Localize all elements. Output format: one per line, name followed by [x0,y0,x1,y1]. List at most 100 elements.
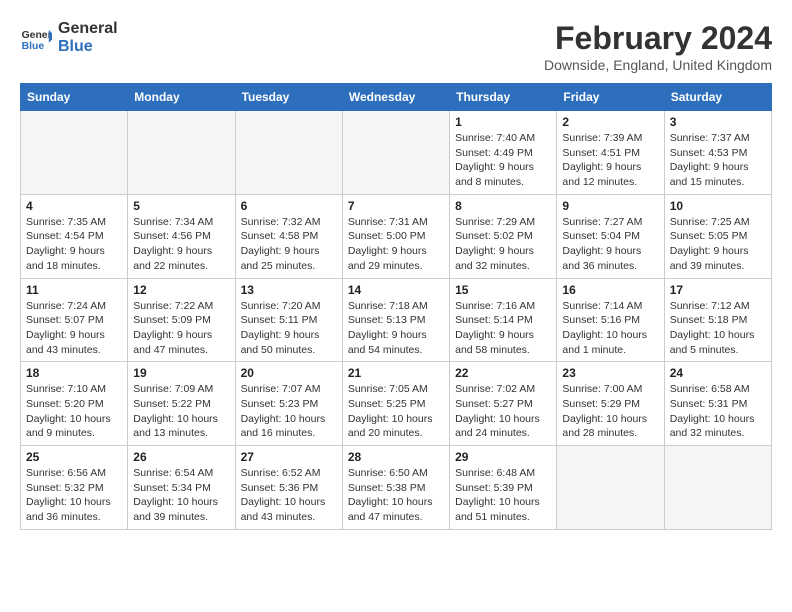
calendar-day-cell [557,446,664,530]
calendar-day-cell: 6Sunrise: 7:32 AM Sunset: 4:58 PM Daylig… [235,194,342,278]
day-info: Sunrise: 7:25 AM Sunset: 5:05 PM Dayligh… [670,215,766,274]
calendar-week-row: 25 Sunrise: 6:56 AM Sunset: 5:32 PM Dayli… [21,446,772,530]
calendar-day-cell: 11 Sunrise: 7:24 AM Sunset: 5:07 PM Dayli… [21,278,128,362]
day-number: 8 [455,199,551,213]
day-number: 26 [133,450,229,464]
day-of-week-header: Monday [128,84,235,111]
day-info: Sunrise: 7:02 AM Sunset: 5:27 PM Dayligh… [455,382,551,441]
calendar-day-cell: 22 Sunrise: 7:02 AM Sunset: 5:27 PM Dayli… [450,362,557,446]
calendar-day-cell: 29 Sunrise: 6:48 AM Sunset: 5:39 PM Dayli… [450,446,557,530]
day-info: Sunrise: 7:34 AM Sunset: 4:56 PM Dayligh… [133,215,229,274]
month-year-title: February 2024 [544,20,772,57]
day-number: 9 [562,199,658,213]
calendar-day-cell: 26 Sunrise: 6:54 AM Sunset: 5:34 PM Dayli… [128,446,235,530]
day-number: 13 [241,283,337,297]
day-number: 16 [562,283,658,297]
day-info: Sunrise: 7:24 AM Sunset: 5:07 PM Dayligh… [26,299,122,358]
day-number: 15 [455,283,551,297]
day-number: 21 [348,366,444,380]
calendar-day-cell: 8 Sunrise: 7:29 AM Sunset: 5:02 PM Daylig… [450,194,557,278]
day-info: Sunrise: 7:09 AM Sunset: 5:22 PM Dayligh… [133,382,229,441]
title-block: February 2024 Downside, England, United … [544,20,772,73]
calendar-day-cell: 17 Sunrise: 7:12 AM Sunset: 5:18 PM Dayli… [664,278,771,362]
day-of-week-header: Friday [557,84,664,111]
day-number: 7 [348,199,444,213]
logo-blue: Blue [58,38,118,56]
day-info: Sunrise: 7:18 AM Sunset: 5:13 PM Dayligh… [348,299,444,358]
calendar-day-cell: 13 Sunrise: 7:20 AM Sunset: 5:11 PM Dayli… [235,278,342,362]
day-of-week-header: Tuesday [235,84,342,111]
day-number: 11 [26,283,122,297]
day-info: Sunrise: 7:22 AM Sunset: 5:09 PM Dayligh… [133,299,229,358]
calendar-day-cell: 5 Sunrise: 7:34 AM Sunset: 4:56 PM Daylig… [128,194,235,278]
calendar-day-cell: 25 Sunrise: 6:56 AM Sunset: 5:32 PM Dayli… [21,446,128,530]
day-number: 14 [348,283,444,297]
calendar-day-cell [664,446,771,530]
calendar-day-cell: 15 Sunrise: 7:16 AM Sunset: 5:14 PM Dayli… [450,278,557,362]
calendar-day-cell: 16 Sunrise: 7:14 AM Sunset: 5:16 PM Dayli… [557,278,664,362]
day-number: 18 [26,366,122,380]
calendar-day-cell: 9 Sunrise: 7:27 AM Sunset: 5:04 PM Daylig… [557,194,664,278]
day-number: 24 [670,366,766,380]
day-info: Sunrise: 7:32 AM Sunset: 4:58 PM Dayligh… [241,215,337,274]
logo-icon: General Blue [20,22,52,54]
calendar-day-cell: 10 Sunrise: 7:25 AM Sunset: 5:05 PM Dayli… [664,194,771,278]
calendar-day-cell: 21 Sunrise: 7:05 AM Sunset: 5:25 PM Dayli… [342,362,449,446]
calendar-day-cell: 7 Sunrise: 7:31 AM Sunset: 5:00 PM Daylig… [342,194,449,278]
day-of-week-header: Thursday [450,84,557,111]
calendar-day-cell: 12Sunrise: 7:22 AM Sunset: 5:09 PM Dayli… [128,278,235,362]
calendar-day-cell: 28 Sunrise: 6:50 AM Sunset: 5:38 PM Dayli… [342,446,449,530]
day-info: Sunrise: 7:14 AM Sunset: 5:16 PM Dayligh… [562,299,658,358]
calendar-week-row: 18 Sunrise: 7:10 AM Sunset: 5:20 PM Dayli… [21,362,772,446]
day-info: Sunrise: 7:40 AM Sunset: 4:49 PM Dayligh… [455,131,551,190]
calendar-week-row: 1Sunrise: 7:40 AM Sunset: 4:49 PM Daylig… [21,111,772,195]
day-number: 2 [562,115,658,129]
day-info: Sunrise: 7:37 AM Sunset: 4:53 PM Dayligh… [670,131,766,190]
calendar-header-row: SundayMondayTuesdayWednesdayThursdayFrid… [21,84,772,111]
calendar-week-row: 11 Sunrise: 7:24 AM Sunset: 5:07 PM Dayli… [21,278,772,362]
day-info: Sunrise: 6:50 AM Sunset: 5:38 PM Dayligh… [348,466,444,525]
logo: General Blue General Blue [20,20,118,55]
day-number: 19 [133,366,229,380]
day-number: 17 [670,283,766,297]
day-number: 28 [348,450,444,464]
calendar-day-cell: 20Sunrise: 7:07 AM Sunset: 5:23 PM Dayli… [235,362,342,446]
day-info: Sunrise: 7:12 AM Sunset: 5:18 PM Dayligh… [670,299,766,358]
calendar-day-cell: 19 Sunrise: 7:09 AM Sunset: 5:22 PM Dayli… [128,362,235,446]
day-info: Sunrise: 7:27 AM Sunset: 5:04 PM Dayligh… [562,215,658,274]
day-number: 10 [670,199,766,213]
calendar-day-cell [342,111,449,195]
day-of-week-header: Saturday [664,84,771,111]
day-info: Sunrise: 7:07 AM Sunset: 5:23 PM Dayligh… [241,382,337,441]
day-info: Sunrise: 6:48 AM Sunset: 5:39 PM Dayligh… [455,466,551,525]
calendar-day-cell: 27Sunrise: 6:52 AM Sunset: 5:36 PM Dayli… [235,446,342,530]
day-info: Sunrise: 7:10 AM Sunset: 5:20 PM Dayligh… [26,382,122,441]
day-info: Sunrise: 6:58 AM Sunset: 5:31 PM Dayligh… [670,382,766,441]
calendar-table: SundayMondayTuesdayWednesdayThursdayFrid… [20,83,772,530]
day-number: 22 [455,366,551,380]
calendar-day-cell: 14 Sunrise: 7:18 AM Sunset: 5:13 PM Dayli… [342,278,449,362]
calendar-day-cell [128,111,235,195]
day-info: Sunrise: 6:56 AM Sunset: 5:32 PM Dayligh… [26,466,122,525]
day-info: Sunrise: 7:05 AM Sunset: 5:25 PM Dayligh… [348,382,444,441]
day-of-week-header: Wednesday [342,84,449,111]
calendar-day-cell: 18 Sunrise: 7:10 AM Sunset: 5:20 PM Dayli… [21,362,128,446]
svg-text:Blue: Blue [22,41,45,52]
day-info: Sunrise: 6:52 AM Sunset: 5:36 PM Dayligh… [241,466,337,525]
day-number: 25 [26,450,122,464]
day-info: Sunrise: 7:16 AM Sunset: 5:14 PM Dayligh… [455,299,551,358]
day-info: Sunrise: 7:35 AM Sunset: 4:54 PM Dayligh… [26,215,122,274]
day-info: Sunrise: 7:31 AM Sunset: 5:00 PM Dayligh… [348,215,444,274]
calendar-day-cell: 2 Sunrise: 7:39 AM Sunset: 4:51 PM Daylig… [557,111,664,195]
day-info: Sunrise: 7:39 AM Sunset: 4:51 PM Dayligh… [562,131,658,190]
day-number: 29 [455,450,551,464]
day-info: Sunrise: 6:54 AM Sunset: 5:34 PM Dayligh… [133,466,229,525]
day-info: Sunrise: 7:29 AM Sunset: 5:02 PM Dayligh… [455,215,551,274]
calendar-day-cell: 23Sunrise: 7:00 AM Sunset: 5:29 PM Dayli… [557,362,664,446]
calendar-day-cell: 3Sunrise: 7:37 AM Sunset: 4:53 PM Daylig… [664,111,771,195]
location-subtitle: Downside, England, United Kingdom [544,57,772,73]
logo-general: General [58,20,118,38]
day-number: 5 [133,199,229,213]
day-info: Sunrise: 7:20 AM Sunset: 5:11 PM Dayligh… [241,299,337,358]
day-number: 4 [26,199,122,213]
